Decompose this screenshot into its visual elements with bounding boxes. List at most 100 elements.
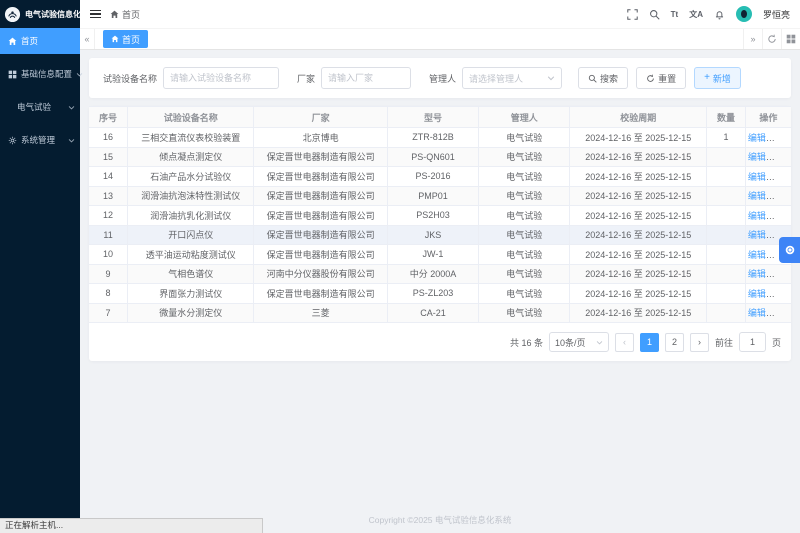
- edit-link[interactable]: 编辑: [748, 289, 766, 299]
- table-row: 15倾点凝点测定仪保定晋世电器制造有限公司PS-QN601电气试验2024-12…: [89, 147, 791, 167]
- tab-home[interactable]: 首页: [103, 30, 148, 48]
- cell-model: JW-1: [387, 245, 478, 265]
- breadcrumb-label: 首页: [122, 8, 140, 21]
- cell-no: 13: [89, 186, 128, 206]
- manager-select-placeholder: 请选择管理人: [469, 72, 523, 85]
- table-row: 8界面张力测试仪保定晋世电器制造有限公司PS-ZL203电气试验2024-12-…: [89, 284, 791, 304]
- cell-qty: [707, 186, 746, 206]
- cell-vendor: 保定晋世电器制造有限公司: [254, 186, 387, 206]
- fullscreen-icon[interactable]: [627, 9, 638, 20]
- page-size-select[interactable]: 10条/页: [549, 332, 609, 352]
- grid-icon: [8, 70, 17, 79]
- edit-link[interactable]: 编辑: [748, 133, 766, 143]
- reset-button-label: 重置: [658, 72, 676, 85]
- cell-name: 气相色谱仪: [128, 264, 254, 284]
- gear-icon: [8, 136, 17, 145]
- cell-model: PS-ZL203: [387, 284, 478, 304]
- edit-link[interactable]: 编辑: [748, 211, 766, 221]
- vendor-input[interactable]: [321, 67, 411, 89]
- edit-link[interactable]: 编辑: [748, 250, 766, 260]
- cell-actions: 编辑删除: [745, 186, 791, 206]
- hamburger-menu-icon[interactable]: [90, 10, 101, 19]
- layout-grid-icon[interactable]: [781, 29, 800, 49]
- browser-status-bar: 正在解析主机...: [0, 518, 263, 533]
- content-area: 试验设备名称 厂家 管理人 请选择管理人 搜索: [80, 50, 800, 533]
- cell-name: 润滑油抗乳化测试仪: [128, 206, 254, 226]
- header-actions: Tt 文A 罗恒亮: [627, 6, 790, 22]
- cell-manager: 电气试验: [479, 206, 570, 226]
- cell-actions: 编辑删除: [745, 167, 791, 187]
- breadcrumb[interactable]: 首页: [110, 8, 140, 21]
- app-title: 电气试验信息化: [25, 9, 81, 20]
- table-row: 12润滑油抗乳化测试仪保定晋世电器制造有限公司PS2H03电气试验2024-12…: [89, 206, 791, 226]
- home-icon: [110, 10, 119, 19]
- page-button-1[interactable]: 1: [640, 333, 659, 352]
- sidebar-item-3[interactable]: 系统管理: [0, 127, 80, 153]
- cell-period: 2024-12-16 至 2025-12-15: [570, 245, 707, 265]
- search-button[interactable]: 搜索: [578, 67, 628, 89]
- cell-qty: 1: [707, 128, 746, 148]
- chevron-double-right-icon[interactable]: »: [743, 29, 762, 49]
- edit-link[interactable]: 编辑: [748, 172, 766, 182]
- search-icon[interactable]: [649, 9, 660, 20]
- translate-icon[interactable]: 文A: [689, 9, 703, 20]
- avatar[interactable]: [736, 6, 752, 22]
- floating-settings-button[interactable]: [779, 237, 800, 263]
- page-button-2[interactable]: 2: [665, 333, 684, 352]
- manager-select[interactable]: 请选择管理人: [462, 67, 562, 89]
- cell-qty: [707, 167, 746, 187]
- cell-name: 倾点凝点测定仪: [128, 147, 254, 167]
- cell-qty: [707, 245, 746, 265]
- cell-manager: 电气试验: [479, 147, 570, 167]
- font-size-icon[interactable]: Tt: [671, 10, 679, 19]
- cell-qty: [707, 147, 746, 167]
- bell-icon[interactable]: [714, 9, 725, 20]
- page-number-buttons: 12: [640, 333, 684, 352]
- edit-link[interactable]: 编辑: [748, 230, 766, 240]
- chevron-down-icon: [547, 74, 555, 82]
- cell-manager: 电气试验: [479, 128, 570, 148]
- cell-actions: 编辑删除: [745, 128, 791, 148]
- chevron-down-icon: [596, 339, 603, 346]
- main-area: 首页 Tt 文A 罗恒亮: [80, 0, 800, 533]
- cell-vendor: 保定晋世电器制造有限公司: [254, 147, 387, 167]
- username[interactable]: 罗恒亮: [763, 8, 790, 21]
- edit-link[interactable]: 编辑: [748, 152, 766, 162]
- cell-name: 三相交直流仪表校验装置: [128, 128, 254, 148]
- cell-model: ZTR-812B: [387, 128, 478, 148]
- tab-label: 首页: [122, 33, 140, 46]
- chevron-double-left-icon[interactable]: «: [80, 29, 95, 49]
- edit-link[interactable]: 编辑: [748, 191, 766, 201]
- pagination: 共 16 条 10条/页 ‹ 12 › 前往 页: [89, 323, 791, 361]
- goto-suffix: 页: [772, 336, 781, 349]
- table-row: 16三相交直流仪表校验装置北京博电ZTR-812B电气试验2024-12-16 …: [89, 128, 791, 148]
- cell-qty: [707, 225, 746, 245]
- cell-no: 11: [89, 225, 128, 245]
- tab-bar: « 首页 »: [80, 28, 800, 50]
- goto-page-input[interactable]: [739, 332, 766, 352]
- top-header: 首页 Tt 文A 罗恒亮: [80, 0, 800, 28]
- sidebar-item-0[interactable]: 首页: [0, 28, 80, 54]
- plus-icon: +: [704, 73, 710, 83]
- cell-model: PS2H03: [387, 206, 478, 226]
- next-page-button[interactable]: ›: [690, 333, 709, 352]
- cell-period: 2024-12-16 至 2025-12-15: [570, 284, 707, 304]
- prev-page-button[interactable]: ‹: [615, 333, 634, 352]
- add-button[interactable]: + 新增: [694, 67, 741, 89]
- sidebar-item-1[interactable]: 基础信息配置: [0, 61, 80, 87]
- reset-button[interactable]: 重置: [636, 67, 686, 89]
- edit-link[interactable]: 编辑: [748, 269, 766, 279]
- table-row: 7微量水分测定仪三菱CA-21电气试验2024-12-16 至 2025-12-…: [89, 303, 791, 323]
- cell-period: 2024-12-16 至 2025-12-15: [570, 186, 707, 206]
- sidebar-item-2[interactable]: 电气试验: [0, 94, 80, 120]
- cell-model: PMP01: [387, 186, 478, 206]
- device-name-input[interactable]: [163, 67, 279, 89]
- cell-actions: 编辑删除: [745, 284, 791, 304]
- cell-manager: 电气试验: [479, 186, 570, 206]
- cell-period: 2024-12-16 至 2025-12-15: [570, 303, 707, 323]
- total-count: 共 16 条: [510, 336, 543, 349]
- refresh-icon[interactable]: [762, 29, 781, 49]
- edit-link[interactable]: 编辑: [748, 308, 766, 318]
- cell-no: 10: [89, 245, 128, 265]
- cell-name: 开口闪点仪: [128, 225, 254, 245]
